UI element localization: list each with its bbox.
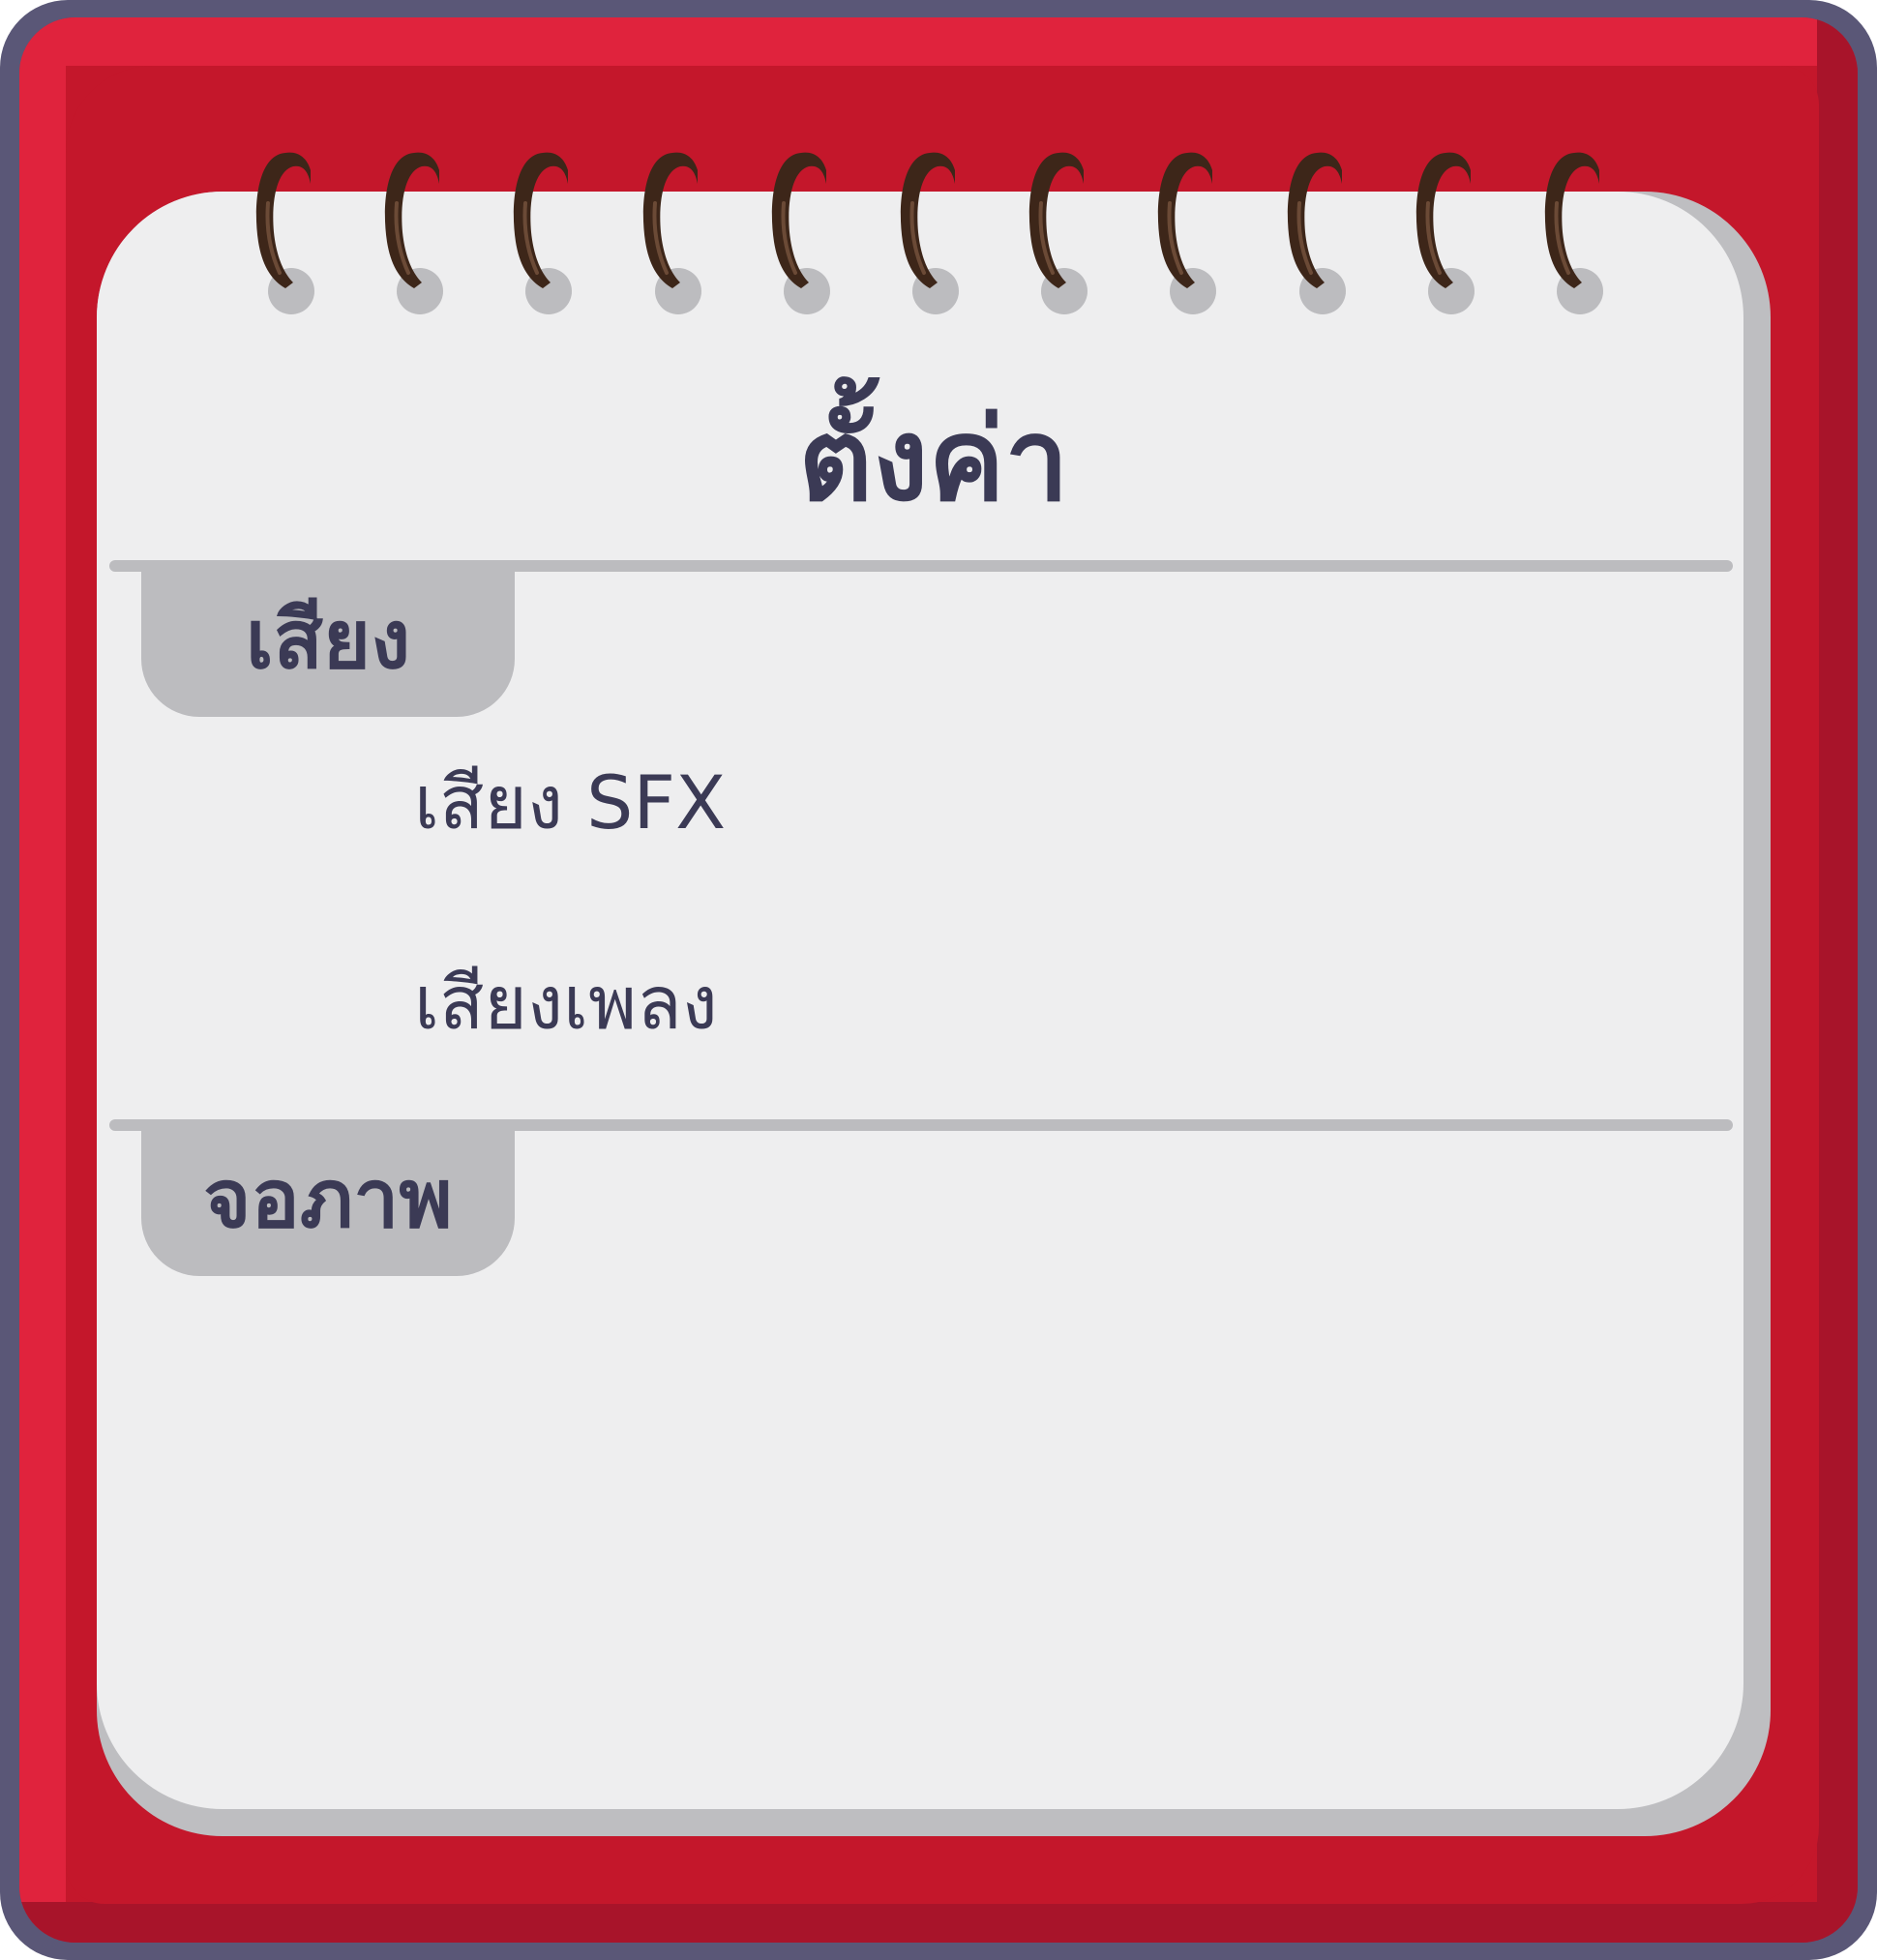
ring-wire xyxy=(1029,152,1085,288)
cover-shadow-right xyxy=(1817,17,1858,1943)
cover-highlight-left xyxy=(19,17,66,1904)
cover-highlight-top xyxy=(19,17,1819,66)
section-divider-display xyxy=(109,1119,1733,1131)
spiral-ring-icon xyxy=(1407,145,1484,314)
ring-wire xyxy=(642,152,698,288)
ring-wire xyxy=(255,152,311,288)
ring-wire xyxy=(385,152,440,288)
spiral-ring-icon xyxy=(634,145,711,314)
section-divider-sound xyxy=(109,560,1733,572)
ring-wire xyxy=(771,152,826,288)
option-sfx-volume[interactable]: เสียง SFX xyxy=(414,755,726,851)
spiral-ring-icon xyxy=(762,145,840,314)
spiral-ring-icon xyxy=(375,145,453,314)
section-tab-sound: เสียง xyxy=(141,572,515,717)
cover-shadow-bottom xyxy=(19,1902,1858,1943)
page-title: ตั้งค่า xyxy=(798,393,1069,526)
option-music-volume[interactable]: เสียงเพลง xyxy=(414,955,718,1052)
ring-wire xyxy=(1287,152,1342,288)
ring-wire xyxy=(1544,152,1599,288)
spiral-ring-icon xyxy=(504,145,581,314)
spiral-ring-icon xyxy=(247,145,324,314)
ring-wire xyxy=(1158,152,1213,288)
spiral-ring-icon xyxy=(1535,145,1613,314)
spiral-ring-icon xyxy=(1148,145,1226,314)
ring-wire xyxy=(514,152,569,288)
ring-wire xyxy=(900,152,955,288)
section-tab-display: จอภาพ xyxy=(141,1131,515,1276)
ring-wire xyxy=(1415,152,1471,288)
spiral-ring-icon xyxy=(1020,145,1097,314)
spiral-ring-icon xyxy=(1278,145,1356,314)
spiral-ring-icon xyxy=(891,145,968,314)
